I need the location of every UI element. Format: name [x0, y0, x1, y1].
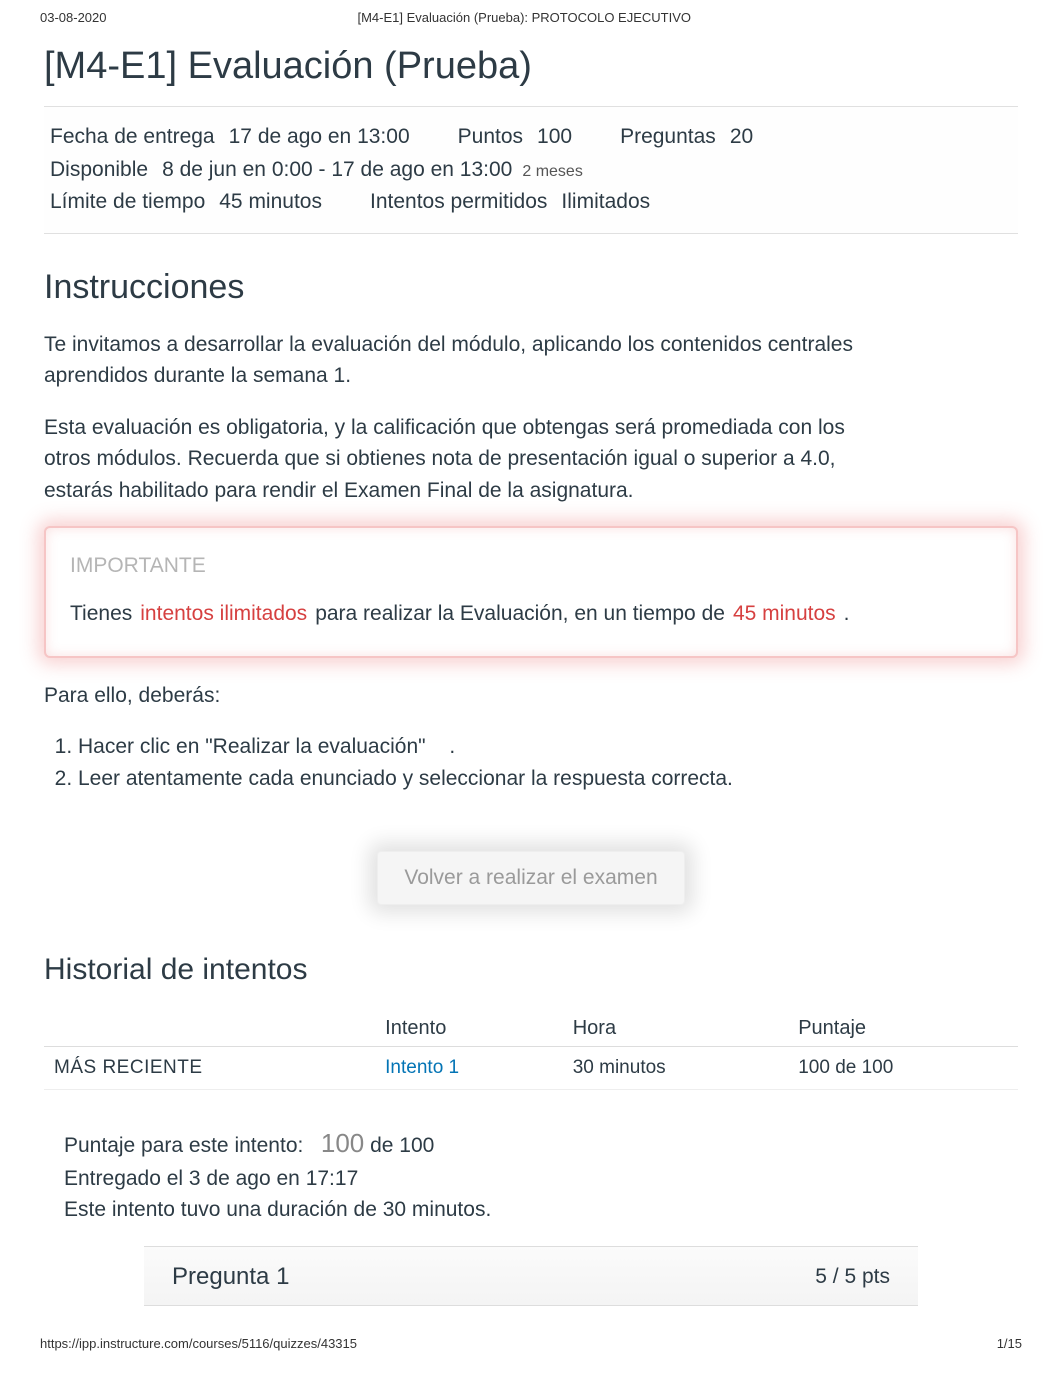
due-value: 17 de ago en 13:00	[229, 121, 410, 154]
steps-intro: Para ello, deberás:	[44, 680, 864, 712]
questions-label: Preguntas	[620, 121, 716, 154]
steps-list: Hacer clic en "Realizar la evaluación" .…	[44, 732, 1018, 795]
col-time: Hora	[563, 1011, 789, 1047]
score-value: 100	[321, 1128, 364, 1158]
instructions-p1: Te invitamos a desarrollar la evaluación…	[44, 329, 864, 392]
important-red-2: 45 minutos	[733, 602, 836, 626]
recent-label: MÁS RECIENTE	[44, 1046, 375, 1089]
quiz-meta: Fecha de entrega 17 de ago en 13:00 Punt…	[44, 106, 1018, 234]
attempt-time: 30 minutos	[563, 1046, 789, 1089]
important-text-2: para realizar la Evaluación, en un tiemp…	[315, 602, 725, 626]
important-label: IMPORTANTE	[70, 554, 992, 578]
questions-value: 20	[730, 121, 753, 154]
due-label: Fecha de entrega	[50, 121, 215, 154]
duration-line: Este intento tuvo una duración de 30 min…	[64, 1194, 1018, 1226]
score-of: de 100	[370, 1134, 434, 1157]
table-row: MÁS RECIENTE Intento 1 30 minutos 100 de…	[44, 1046, 1018, 1089]
important-text-1: Tienes	[70, 602, 132, 626]
attempt-link[interactable]: Intento 1	[385, 1057, 459, 1078]
score-line1-label: Puntaje para este intento:	[64, 1134, 303, 1157]
important-box: IMPORTANTE Tienes intentos ilimitados pa…	[44, 526, 1018, 658]
page-title: [M4-E1] Evaluación (Prueba)	[44, 45, 1018, 88]
col-score: Puntaje	[788, 1011, 1018, 1047]
print-header: 03-08-2020 [M4-E1] Evaluación (Prueba): …	[0, 0, 1062, 25]
print-footer: https://ipp.instructure.com/courses/5116…	[0, 1306, 1062, 1365]
timelimit-value: 45 minutos	[219, 186, 322, 219]
print-doc-title: [M4-E1] Evaluación (Prueba): PROTOCOLO E…	[107, 10, 943, 25]
attempts-table: Intento Hora Puntaje MÁS RECIENTE Intent…	[44, 1011, 1018, 1090]
attempt-score: 100 de 100	[788, 1046, 1018, 1089]
important-dot: .	[844, 602, 850, 626]
points-label: Puntos	[458, 121, 523, 154]
print-date: 03-08-2020	[40, 10, 107, 25]
submitted-line: Entregado el 3 de ago en 17:17	[64, 1163, 1018, 1195]
step-2: Leer atentamente cada enunciado y selecc…	[78, 764, 1018, 794]
retake-exam-button[interactable]: Volver a realizar el examen	[377, 851, 684, 905]
question-points: 5 / 5 pts	[815, 1265, 890, 1289]
question-label: Pregunta 1	[172, 1263, 289, 1291]
points-value: 100	[537, 121, 572, 154]
history-heading: Historial de intentos	[44, 953, 1018, 987]
available-label: Disponible	[50, 154, 148, 187]
attempts-allowed-value: Ilimitados	[561, 186, 650, 219]
attempts-allowed-label: Intentos permitidos	[370, 186, 547, 219]
timelimit-label: Límite de tiempo	[50, 186, 205, 219]
available-span: 2 meses	[522, 160, 582, 185]
col-attempt: Intento	[375, 1011, 563, 1047]
important-red-1: intentos ilimitados	[140, 602, 307, 626]
available-value: 8 de jun en 0:00 - 17 de ago en 13:00	[162, 154, 512, 187]
question-header: Pregunta 1 5 / 5 pts	[144, 1246, 918, 1306]
score-summary: Puntaje para este intento: 100 de 100 En…	[64, 1124, 1018, 1226]
instructions-heading: Instrucciones	[44, 268, 1018, 307]
footer-page: 1/15	[997, 1336, 1022, 1351]
instructions-p2: Esta evaluación es obligatoria, y la cal…	[44, 412, 864, 507]
footer-url: https://ipp.instructure.com/courses/5116…	[40, 1336, 357, 1351]
step-1: Hacer clic en "Realizar la evaluación" .	[78, 732, 1018, 762]
